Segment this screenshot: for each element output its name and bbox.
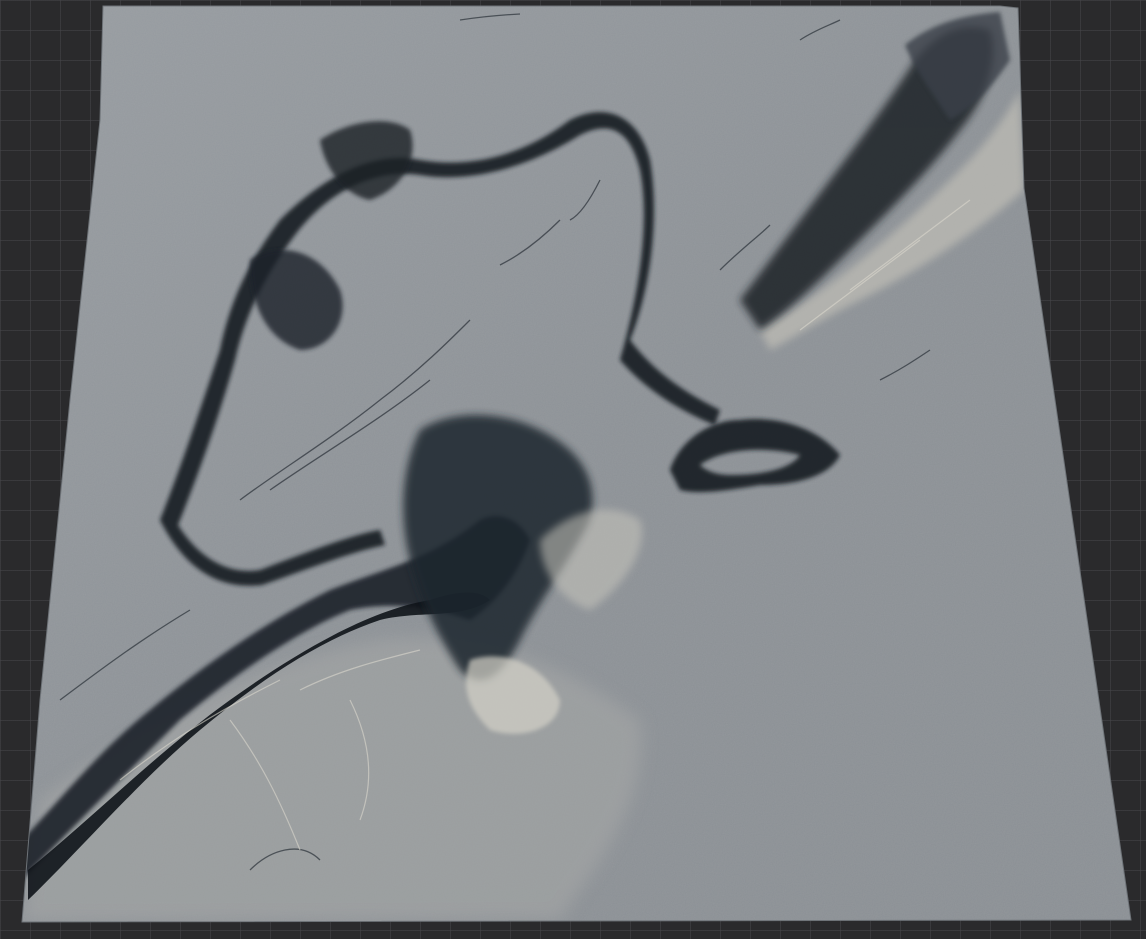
terrain-heightmap[interactable] [0,0,1146,939]
editor-viewport[interactable] [0,0,1146,939]
